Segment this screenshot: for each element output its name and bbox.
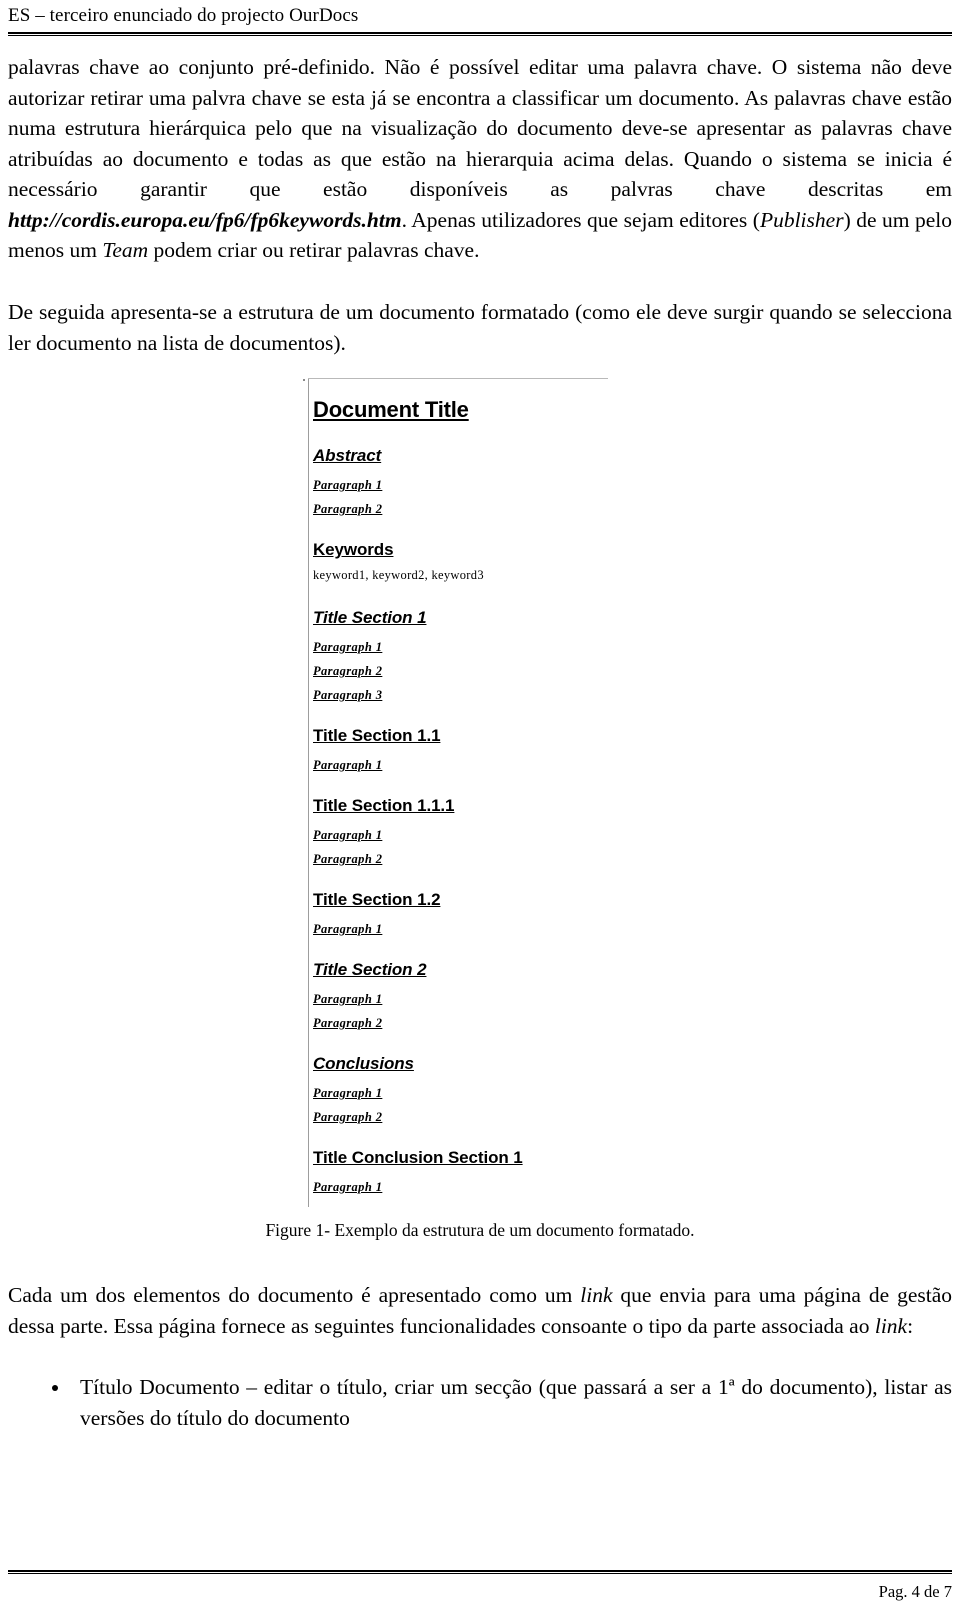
paragraph-3-segment-c: :	[907, 1313, 914, 1338]
body-paragraph-2: De seguida apresenta-se a estrutura de u…	[8, 297, 952, 358]
bullet-point-icon	[52, 1385, 58, 1391]
figure-paragraph-link[interactable]: Paragraph 1	[313, 828, 382, 842]
paragraph-3-segment-a: Cada um dos elementos do documento é apr…	[8, 1283, 581, 1307]
body-paragraph-3: Cada um dos elementos do documento é apr…	[8, 1280, 952, 1341]
figure-left-rule	[308, 379, 309, 1207]
figure-heading-level-1[interactable]: Title Section 2	[313, 960, 427, 979]
figure-paragraph-link[interactable]: Paragraph 1	[313, 1086, 382, 1100]
figure-heading-level-1[interactable]: Conclusions	[313, 1054, 414, 1073]
figure-heading-level-2[interactable]: Title Section 1.2	[313, 890, 441, 909]
paragraph-1-segment-b: . Apenas utilizadores que sejam editores…	[401, 207, 760, 232]
figure-paragraph-link[interactable]: Paragraph 2	[313, 852, 382, 866]
document-page: ES – terceiro enunciado do projecto OurD…	[0, 0, 960, 1617]
figure-paragraph-link[interactable]: Paragraph 1	[313, 758, 382, 772]
figure-paragraph-link[interactable]: Paragraph 1	[313, 478, 382, 492]
running-header-text: ES – terceiro enunciado do projecto OurD…	[8, 5, 359, 26]
running-header: ES – terceiro enunciado do projecto OurD…	[8, 4, 952, 28]
footer-divider-rule	[8, 1570, 952, 1574]
paragraph-2-text: De seguida apresenta-se a estrutura de u…	[8, 300, 952, 355]
figure-paragraph-link[interactable]: Paragraph 3	[313, 688, 382, 702]
figure-paragraph-link[interactable]: Paragraph 1	[313, 922, 382, 936]
figure-paragraph-link[interactable]: Paragraph 1	[313, 640, 382, 654]
functionality-bullet-list: Título Documento – editar o título, cria…	[8, 1372, 952, 1433]
list-item: Título Documento – editar o título, cria…	[8, 1372, 952, 1433]
list-item-text: Título Documento – editar o título, cria…	[80, 1375, 952, 1430]
figure-paragraph-link[interactable]: Paragraph 2	[313, 1110, 382, 1124]
link-term-2: link	[874, 1313, 908, 1338]
figure-document-title[interactable]: Document Title	[313, 398, 469, 422]
figure-heading-level-2[interactable]: Title Conclusion Section 1	[313, 1148, 523, 1167]
publisher-term: Publisher	[759, 207, 844, 232]
figure-heading-level-2[interactable]: Keywords	[313, 540, 394, 559]
figure-anchor-dot	[303, 379, 305, 381]
team-term: Team	[102, 238, 149, 262]
paragraph-1-segment-a: palavras chave ao conjunto pré-definido.…	[8, 55, 952, 201]
figure-paragraph-link[interactable]: Paragraph 1	[313, 1180, 382, 1194]
figure-heading-level-1[interactable]: Abstract	[313, 446, 381, 465]
body-paragraph-1: palavras chave ao conjunto pré-definido.…	[8, 52, 952, 266]
figure-paragraph-link[interactable]: Paragraph 1	[313, 992, 382, 1006]
figure-heading-level-2[interactable]: Title Section 1.1	[313, 726, 441, 745]
figure-heading-level-2[interactable]: Title Section 1.1.1	[313, 796, 455, 815]
figure-paragraph-link[interactable]: Paragraph 2	[313, 1016, 382, 1030]
header-divider-rule	[8, 32, 952, 36]
figure-heading-level-1[interactable]: Title Section 1	[313, 608, 427, 627]
figure-caption: Figure 1- Exemplo da estrutura de um doc…	[265, 1220, 695, 1240]
footer-page-number: Pag. 4 de 7	[878, 1582, 952, 1601]
paragraph-1-segment-d: podem criar ou retirar palavras chave.	[148, 238, 480, 262]
figure-paragraph-link[interactable]: Paragraph 2	[313, 664, 382, 678]
figure-document-structure: Document Title Abstract Paragraph 1 Paragra…	[300, 378, 660, 1208]
figure-paragraph-link[interactable]: Paragraph 2	[313, 502, 382, 516]
keywords-url: http://cordis.europa.eu/fp6/fp6keywords.…	[8, 207, 402, 232]
link-term-1: link	[580, 1283, 613, 1307]
figure-top-rule	[308, 378, 608, 379]
figure-keyword-list: keyword1, keyword2, keyword3	[313, 568, 484, 582]
